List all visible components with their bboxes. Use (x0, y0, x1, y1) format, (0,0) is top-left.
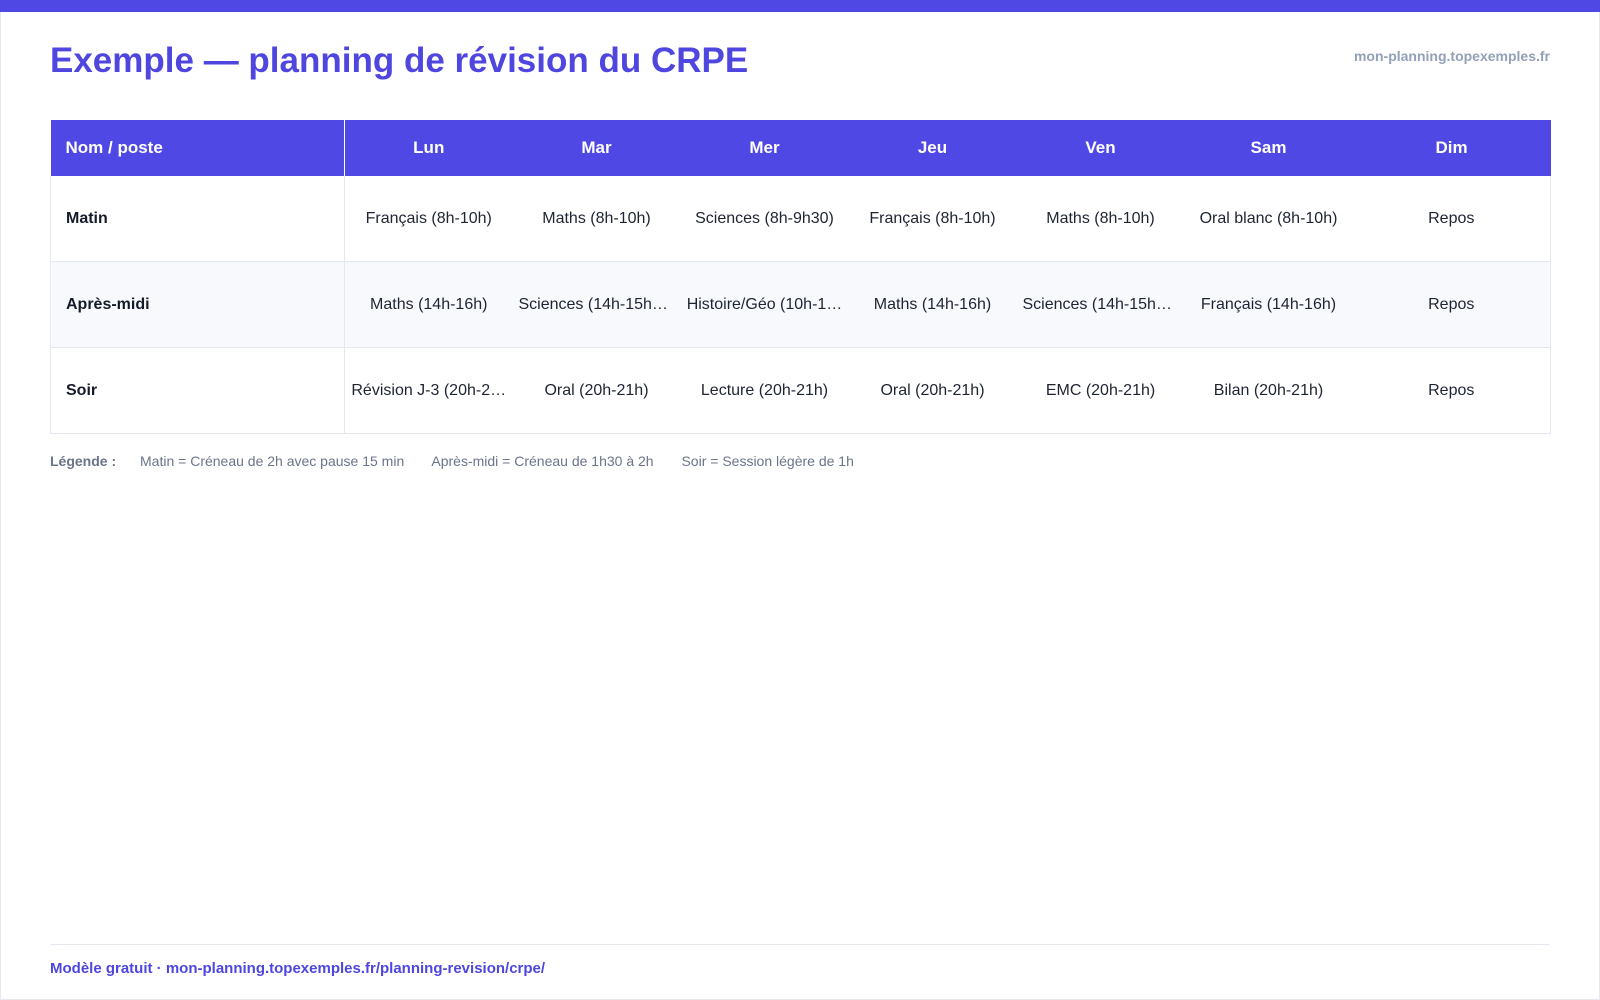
column-header-wed: Mer (680, 120, 849, 176)
footer-link[interactable]: Modèle gratuit · mon-planning.topexemple… (50, 960, 545, 977)
table-cell: Lecture (20h-21h) (680, 347, 849, 434)
table-cell: Repos (1352, 261, 1551, 348)
table-cell: Sciences (14h-15h30) (1016, 261, 1185, 348)
table-cell: EMC (20h-21h) (1016, 347, 1185, 434)
table-cell: Sciences (8h-9h30) (680, 176, 849, 262)
table-cell: Oral (20h-21h) (848, 347, 1017, 434)
column-header-mon: Lun (344, 120, 513, 176)
page-title: Exemple — planning de révision du CRPE (50, 41, 749, 80)
table-cell: Français (8h-10h) (344, 176, 513, 262)
table-row-evening: Soir Révision J-3 (20h-2… Oral (20h-21h)… (50, 347, 1551, 434)
column-header-tue: Mar (512, 120, 681, 176)
table-row-afternoon: Après-midi Maths (14h-16h) Sciences (14h… (50, 261, 1551, 348)
table-cell: Repos (1352, 347, 1551, 434)
table-cell: Oral blanc (8h-10h) (1184, 176, 1353, 262)
column-header-name: Nom / poste (50, 120, 345, 176)
footer-divider (50, 944, 1550, 945)
row-label: Matin (50, 176, 345, 262)
table-cell: Français (8h-10h) (848, 176, 1017, 262)
table-header-row: Nom / poste Lun Mar Mer Jeu Ven Sam Dim (50, 120, 1551, 176)
legend-item-afternoon: Après-midi = Créneau de 1h30 à 2h (431, 453, 654, 469)
legend-label: Légende : (50, 453, 117, 469)
table-row-morning: Matin Français (8h-10h) Maths (8h-10h) S… (50, 176, 1551, 262)
table-cell: Bilan (20h-21h) (1184, 347, 1353, 434)
row-label: Soir (50, 347, 345, 434)
column-header-thu: Jeu (848, 120, 1017, 176)
table-cell: Révision J-3 (20h-2… (344, 347, 513, 434)
column-header-fri: Ven (1016, 120, 1185, 176)
legend: Légende : Matin = Créneau de 2h avec pau… (50, 453, 878, 469)
column-header-sun: Dim (1352, 120, 1551, 176)
table-cell: Oral (20h-21h) (512, 347, 681, 434)
site-url[interactable]: mon-planning.topexemples.fr (1354, 48, 1550, 64)
legend-item-evening: Soir = Session légère de 1h (681, 453, 854, 469)
table-cell: Maths (14h-16h) (344, 261, 513, 348)
table-cell: Maths (14h-16h) (848, 261, 1017, 348)
top-accent-bar (0, 0, 1600, 12)
column-header-sat: Sam (1184, 120, 1353, 176)
table-cell: Histoire/Géo (10h-1… (680, 261, 849, 348)
table-cell: Maths (8h-10h) (512, 176, 681, 262)
table-cell: Sciences (14h-15h30) (512, 261, 681, 348)
legend-item-morning: Matin = Créneau de 2h avec pause 15 min (140, 453, 405, 469)
header: Exemple — planning de révision du CRPE m… (50, 38, 1550, 88)
row-label: Après-midi (50, 261, 345, 348)
table-cell: Français (14h-16h) (1184, 261, 1353, 348)
table-cell: Maths (8h-10h) (1016, 176, 1185, 262)
planning-table: Nom / poste Lun Mar Mer Jeu Ven Sam Dim … (50, 120, 1551, 434)
table-cell: Repos (1352, 176, 1551, 262)
